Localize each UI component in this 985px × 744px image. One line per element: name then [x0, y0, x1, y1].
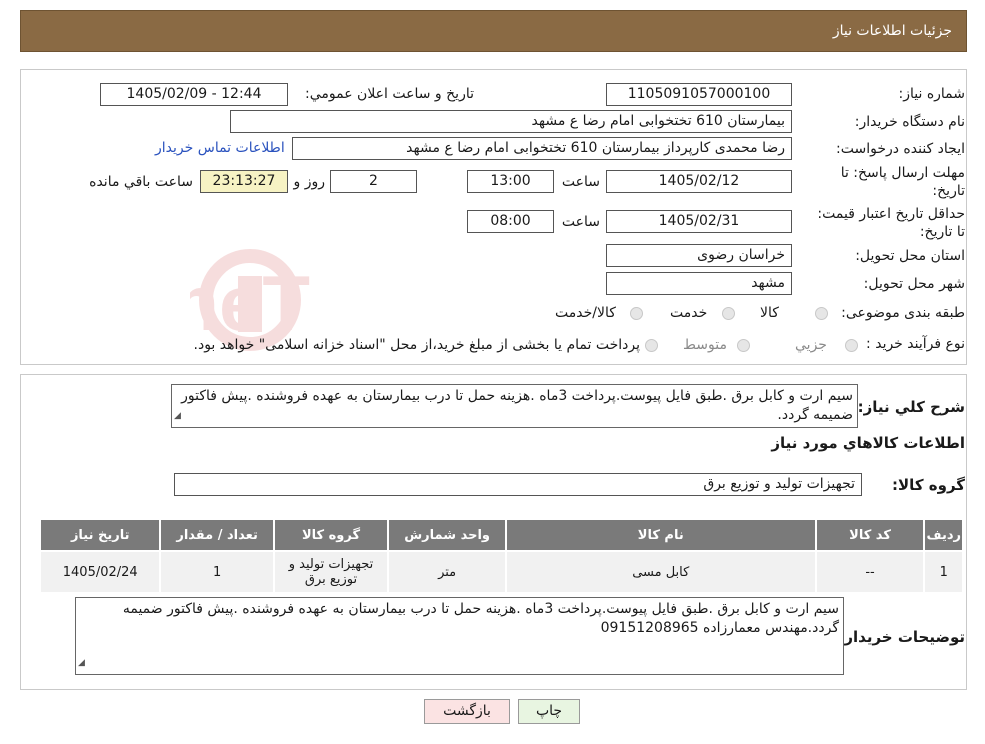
cell-row-number: 1 [923, 550, 964, 594]
treasury-checkbox[interactable] [645, 339, 658, 352]
item-group-field: تجهیزات تولید و توزیع برق [174, 473, 862, 496]
need-number-label: شماره نیاز: [898, 86, 966, 102]
province-field: خراسان رضوی [606, 244, 792, 267]
city-label: شهر محل تحويل: [863, 276, 965, 292]
col-quantity: تعداد / مقدار [159, 518, 275, 552]
category-goods-label: کالا [760, 305, 779, 321]
cell-quantity: 1 [159, 550, 275, 594]
province-label: استان محل تحويل: [855, 248, 965, 264]
deadline-label: مهلت ارسال پاسخ: تا تاريخ: [840, 165, 965, 199]
announce-label: تاریخ و ساعت اعلان عمومي: [305, 86, 474, 102]
creator-field: رضا محمدی کارپرداز بیمارستان 610 تختخواب… [292, 137, 792, 160]
purchase-minor-radio[interactable] [845, 339, 858, 352]
purchase-minor-label: جزيي [795, 337, 827, 353]
cell-unit: متر [387, 550, 507, 594]
category-goods-service-radio[interactable] [630, 307, 643, 320]
description-label: شرح کلي نياز: [857, 398, 965, 416]
item-group-label: گروه کالا: [892, 476, 965, 494]
description-textarea[interactable]: سیم ارت و کابل برق .طبق فایل پیوست.پرداخ… [171, 384, 858, 428]
page-title: جزئیات اطلاعات نیاز [832, 23, 952, 39]
category-service-radio[interactable] [722, 307, 735, 320]
purchase-note: پرداخت تمام یا بخشی از مبلغ خرید،از محل … [193, 337, 640, 353]
category-service-label: خدمت [670, 305, 708, 321]
creator-label: ايجاد کننده درخواست: [836, 141, 965, 157]
buyer-notes-text: سیم ارت و کابل برق .طبق فایل پیوست.پرداخ… [122, 601, 839, 636]
deadline-time-label: ساعت [561, 174, 600, 190]
remaining-time-field: 23:13:27 [200, 170, 288, 193]
remaining-label: ساعت باقي مانده [89, 174, 193, 190]
col-need-date: تاريخ نياز [38, 518, 162, 552]
deadline-time-field: 13:00 [467, 170, 554, 193]
deadline-date-field: 1405/02/12 [606, 170, 792, 193]
category-goods-radio[interactable] [815, 307, 828, 320]
need-number-field: 1105091057000100 [606, 83, 792, 106]
city-field: مشهد [606, 272, 792, 295]
col-item-code: کد کالا [814, 518, 926, 552]
print-button[interactable]: چاپ [518, 699, 580, 724]
days-label: روز و [293, 174, 326, 190]
resize-grip-icon[interactable]: ◢ [174, 407, 181, 426]
description-text: سیم ارت و کابل برق .طبق فایل پیوست.پرداخ… [181, 388, 853, 423]
back-button[interactable]: بازگشت [424, 699, 510, 724]
days-field: 2 [330, 170, 417, 193]
items-section-title: اطلاعات کالاهاي مورد نياز [771, 434, 965, 452]
buyer-contact-link[interactable]: اطلاعات تماس خريدار [155, 140, 285, 156]
table-header-row: رديف کد کالا نام کالا واحد شمارش گروه کا… [38, 518, 964, 552]
col-item-name: نام کالا [504, 518, 817, 552]
validity-label: حداقل تاريخ اعتبار قيمت: تا تاريخ: [817, 206, 965, 240]
category-label: طبقه بندی موضوعی: [841, 305, 965, 321]
col-unit: واحد شمارش [387, 518, 507, 552]
table-row[interactable]: 1 -- کابل مسی متر تجهیزات تولید و توزیع … [38, 550, 964, 594]
cell-item-name: کابل مسی [504, 550, 817, 594]
col-item-group: گروه کالا [272, 518, 390, 552]
cell-item-code: -- [814, 550, 926, 594]
cell-need-date: 1405/02/24 [38, 550, 162, 594]
page-header: جزئیات اطلاعات نیاز [20, 10, 967, 52]
purchase-type-label: نوع فرآيند خريد : [866, 336, 965, 352]
buyer-org-field: بیمارستان 610 تختخوابی امام رضا ع مشهد [230, 110, 792, 133]
announce-field: 1405/02/09 - 12:44 [100, 83, 288, 106]
resize-grip-icon[interactable]: ◢ [78, 654, 85, 673]
items-table: رديف کد کالا نام کالا واحد شمارش گروه کا… [38, 518, 964, 594]
validity-time-field: 08:00 [467, 210, 554, 233]
category-goods-service-label: کالا/خدمت [555, 305, 616, 321]
validity-time-label: ساعت [561, 214, 600, 230]
buyer-notes-textarea[interactable]: سیم ارت و کابل برق .طبق فایل پیوست.پرداخ… [75, 597, 844, 675]
buyer-org-label: نام دستگاه خريدار: [854, 114, 965, 130]
buyer-notes-label: توضيحات خريدار: [838, 628, 965, 646]
validity-date-field: 1405/02/31 [606, 210, 792, 233]
col-row-number: رديف [923, 518, 964, 552]
cell-item-group: تجهیزات تولید و توزیع برق [272, 550, 390, 594]
purchase-medium-label: متوسط [683, 337, 727, 353]
purchase-medium-radio[interactable] [737, 339, 750, 352]
watermark-text: AriaTender.neT [190, 259, 310, 347]
